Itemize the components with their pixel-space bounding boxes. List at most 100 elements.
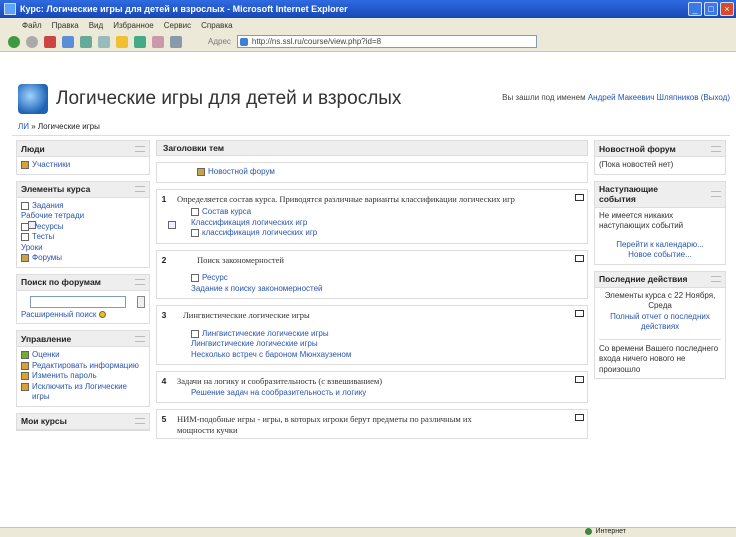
grades-icon (21, 351, 29, 359)
recent-activity-title: Последние действия (599, 274, 688, 284)
activity-link-assignments[interactable]: Задания (32, 201, 64, 212)
refresh-icon[interactable] (62, 35, 74, 48)
topic-link[interactable]: Состав курса (202, 207, 251, 218)
collapse-icon[interactable] (135, 279, 145, 285)
mail-icon[interactable] (152, 35, 164, 48)
advanced-search-link[interactable]: Расширенный поиск (21, 310, 96, 321)
news-forum-link[interactable]: Новостной форум (208, 167, 275, 178)
menu-bar: Файл Правка Вид Избранное Сервис Справка (0, 18, 736, 32)
news-forum-icon (197, 168, 205, 176)
print-icon[interactable] (170, 35, 182, 48)
activity-link-quizzes[interactable]: Тесты (32, 232, 54, 243)
menu-view[interactable]: Вид (89, 21, 103, 30)
edit-profile-icon (21, 361, 29, 370)
activity-link-lessons[interactable]: Уроки (21, 243, 43, 254)
admin-link-edit-profile[interactable]: Редактировать информацию (32, 361, 139, 372)
history-icon[interactable] (134, 35, 146, 48)
moodle-logo-icon (18, 84, 48, 114)
breadcrumb-root[interactable]: ЛИ (18, 122, 29, 131)
show-only-topic-icon[interactable] (574, 254, 584, 262)
collapse-icon[interactable] (135, 418, 145, 424)
login-prefix: Вы зашли под именем (502, 93, 586, 102)
show-only-topic-icon[interactable] (574, 376, 584, 383)
activity-link-forums[interactable]: Форумы (32, 253, 62, 264)
status-bar: Интернет (0, 527, 736, 537)
collapse-icon[interactable] (711, 276, 721, 282)
menu-help[interactable]: Справка (201, 21, 232, 30)
my-courses-title: Мои курсы (21, 416, 67, 426)
collapse-icon[interactable] (135, 145, 145, 152)
recent-nothing: Со времени Вашего последнего входа ничег… (599, 338, 721, 376)
help-icon[interactable] (99, 310, 107, 318)
page-title: Логические игры для детей и взрослых (56, 88, 402, 109)
people-title: Люди (21, 143, 45, 154)
topic-link[interactable]: Несколько встреч с бароном Мюнхаузеном (191, 350, 351, 361)
home-icon[interactable] (80, 35, 92, 48)
news-title: Новостной форум (599, 143, 676, 154)
topic-section-1: 1 Определяется состав курса. Приводятся … (156, 188, 588, 244)
menu-tools[interactable]: Сервис (164, 21, 191, 30)
participants-icon (21, 161, 29, 169)
topic-summary: Задачи на логику и сообразительность (с … (177, 376, 383, 386)
collapse-icon[interactable] (135, 186, 145, 192)
window-title: Курс: Логические игры для детей и взросл… (20, 4, 348, 14)
forum-search-go-button[interactable] (137, 295, 145, 308)
topic-link[interactable]: Лингвистические логические игры (202, 329, 329, 340)
admin-link-unenrol[interactable]: Исключить из Логические игры (32, 382, 145, 403)
back-icon[interactable] (8, 35, 20, 48)
topic-section-5: 5 НИМ-подобные игры - игры, в которых иг… (156, 409, 588, 439)
events-body: Не имеется никаких наступающих событий (599, 210, 684, 231)
activity-link-resources[interactable]: Ресурсы (32, 222, 64, 233)
ie-app-icon (4, 3, 16, 15)
activity-link-workbooks[interactable]: Рабочие тетради (21, 211, 84, 222)
collapse-icon[interactable] (135, 335, 145, 342)
stop-icon[interactable] (44, 35, 56, 48)
participants-link[interactable]: Участники (32, 160, 70, 171)
menu-file[interactable]: Файл (22, 21, 42, 30)
show-only-topic-icon[interactable] (574, 310, 584, 317)
breadcrumb-sep: » (31, 122, 36, 131)
favorites-icon[interactable] (116, 35, 128, 48)
minimize-button[interactable]: _ (688, 2, 702, 16)
internet-zone-icon (585, 528, 593, 535)
topic-number: 3 (161, 310, 167, 320)
admin-link-change-password[interactable]: Изменить пароль (32, 371, 97, 382)
menu-edit[interactable]: Правка (52, 21, 79, 30)
search-icon[interactable] (98, 35, 110, 48)
topic-number: 1 (161, 193, 167, 204)
forward-icon[interactable] (26, 35, 38, 48)
topic-link[interactable]: Задание к поиску закономерностей (191, 284, 323, 295)
address-bar[interactable]: http://ns.ssl.ru/course/view.php?id=8 (236, 35, 537, 48)
lesson-icon (168, 221, 176, 229)
show-only-topic-icon[interactable] (574, 414, 584, 421)
topic-link[interactable]: Классификация логических игр (191, 218, 307, 229)
forum-search-input[interactable] (30, 295, 126, 308)
topic-link[interactable]: Лингвистические логические игры (191, 339, 318, 350)
full-report-link[interactable]: Полный отчет о последних действиях (610, 312, 710, 332)
new-event-link[interactable]: Новое событие... (628, 250, 692, 259)
menu-favorites[interactable]: Избранное (113, 21, 154, 30)
logout-link[interactable]: (Выход) (701, 93, 730, 102)
close-window-button[interactable]: × (720, 2, 734, 16)
topic-section-2: 2 Поиск закономерностей Ресурс Задание к… (156, 221, 588, 299)
calendar-link[interactable]: Перейти к календарю... (616, 240, 704, 249)
topic-section-0: Новостной форум (156, 162, 588, 183)
topic-link[interactable]: Ресурс (202, 273, 228, 284)
forum-icon (21, 254, 29, 262)
collapse-icon[interactable] (711, 145, 721, 152)
topic-summary-cont: мощности кучки (177, 424, 238, 435)
topic-link[interactable]: классификация логических игр (202, 228, 317, 239)
topic-link[interactable]: Решение задач на сообразительность и лог… (191, 388, 366, 399)
admin-link-grades[interactable]: Оценки (32, 350, 60, 361)
topic-summary: НИМ-подобные игры - игры, в которых игро… (177, 414, 472, 424)
collapse-icon[interactable] (711, 191, 721, 197)
maximize-button[interactable]: □ (704, 2, 718, 16)
status-zone: Интернет (595, 528, 626, 535)
center-column: Заголовки тем Новостной форум 1 Определя… (156, 140, 588, 445)
login-info: Вы зашли под именем Андрей Макеевич Шляп… (502, 93, 730, 102)
user-profile-link[interactable]: Андрей Макеевич Шляпников (588, 93, 699, 102)
resource-icon (191, 229, 199, 237)
admin-title: Управление (21, 333, 72, 344)
show-only-topic-icon[interactable] (574, 193, 584, 201)
resource-icon (191, 329, 199, 338)
